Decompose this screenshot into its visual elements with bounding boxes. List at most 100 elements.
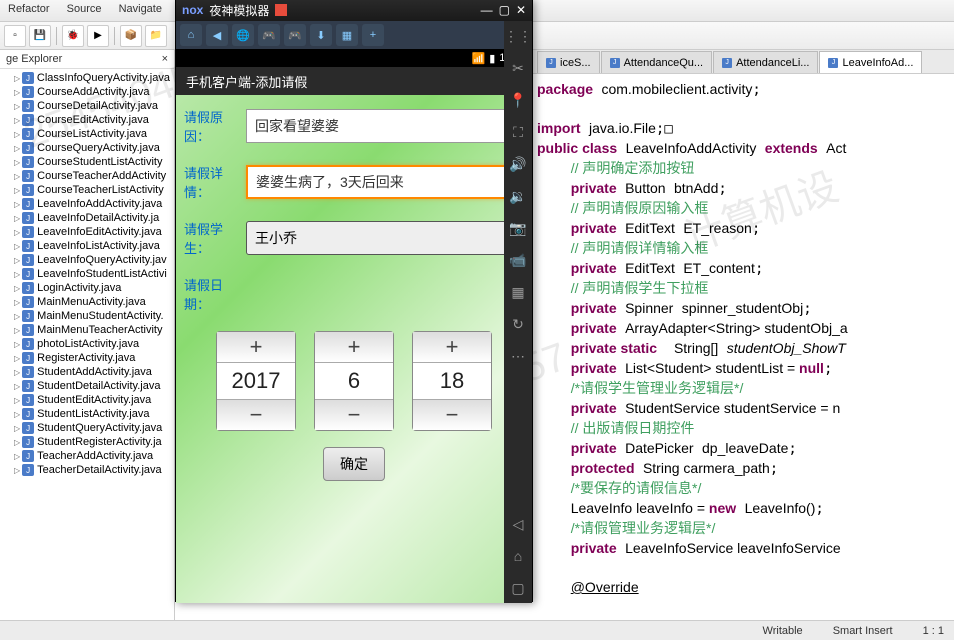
file-LeaveInfoQueryActivity.jav[interactable]: ▷JLeaveInfoQueryActivity.jav: [0, 253, 174, 267]
status-insert: Smart Insert: [833, 625, 893, 637]
side-home-icon[interactable]: ⌂: [509, 547, 527, 565]
day-up[interactable]: +: [413, 332, 491, 362]
side-volup-icon[interactable]: 🔊: [509, 155, 527, 173]
file-StudentDetailActivity.java[interactable]: ▷JStudentDetailActivity.java: [0, 379, 174, 393]
emu-home-icon[interactable]: ⌂: [180, 24, 202, 46]
tb-folder[interactable]: 📁: [145, 25, 167, 47]
file-CourseListActivity.java[interactable]: ▷JCourseListActivity.java: [0, 127, 174, 141]
menu-navigate[interactable]: Navigate: [119, 3, 162, 15]
close-icon[interactable]: ✕: [516, 3, 526, 17]
file-TeacherAddActivity.java[interactable]: ▷JTeacherAddActivity.java: [0, 449, 174, 463]
file-LeaveInfoDetailActivity.ja[interactable]: ▷JLeaveInfoDetailActivity.ja: [0, 211, 174, 225]
label-detail: 请假详情：: [184, 163, 246, 201]
label-date: 请假日期：: [184, 275, 246, 313]
emu-globe-icon[interactable]: 🌐: [232, 24, 254, 46]
file-MainMenuTeacherActivity[interactable]: ▷JMainMenuTeacherActivity: [0, 323, 174, 337]
tb-new[interactable]: ▫: [4, 25, 26, 47]
input-detail[interactable]: [246, 165, 524, 199]
month-up[interactable]: +: [315, 332, 393, 362]
emu-back-icon[interactable]: ◀: [206, 24, 228, 46]
file-StudentAddActivity.java[interactable]: ▷JStudentAddActivity.java: [0, 365, 174, 379]
file-StudentListActivity.java[interactable]: ▷JStudentListActivity.java: [0, 407, 174, 421]
wifi-icon: 📶: [472, 52, 486, 65]
explorer-close-icon[interactable]: ×: [162, 53, 168, 65]
file-CourseQueryActivity.java[interactable]: ▷JCourseQueryActivity.java: [0, 141, 174, 155]
file-CourseStudentListActivity[interactable]: ▷JCourseStudentListActivity: [0, 155, 174, 169]
side-drag-icon[interactable]: ⋮⋮: [509, 27, 527, 45]
file-MainMenuStudentActivity.[interactable]: ▷JMainMenuStudentActivity.: [0, 309, 174, 323]
file-RegisterActivity.java[interactable]: ▷JRegisterActivity.java: [0, 351, 174, 365]
confirm-button[interactable]: 确定: [323, 447, 385, 481]
side-video-icon[interactable]: 📹: [509, 251, 527, 269]
day-down[interactable]: −: [413, 400, 491, 430]
emu-down-icon[interactable]: ⬇: [310, 24, 332, 46]
status-writable: Writable: [763, 625, 803, 637]
label-student: 请假学生：: [184, 219, 246, 257]
side-rotate-icon[interactable]: ↻: [509, 315, 527, 333]
tb-run[interactable]: ▶: [87, 25, 109, 47]
side-multi-icon[interactable]: ▦: [509, 283, 527, 301]
file-StudentQueryActivity.java[interactable]: ▷JStudentQueryActivity.java: [0, 421, 174, 435]
max-icon[interactable]: ▢: [499, 3, 510, 17]
android-status-bar: 📶 ▮ 11:40: [176, 49, 532, 67]
file-CourseAddActivity.java[interactable]: ▷JCourseAddActivity.java: [0, 85, 174, 99]
leave-form: 请假原因： 请假详情： 请假学生： 王小乔▾ 请假日期： + 2017 − + …: [176, 95, 532, 603]
file-ClassInfoQueryActivity.java[interactable]: ▷JClassInfoQueryActivity.java: [0, 71, 174, 85]
android-emulator: nox 夜神模拟器 — ▢ ✕ ⌂ ◀ 🌐 🎮 🎮 ⬇ ▦ + 📶 ▮ 11:4…: [175, 0, 533, 602]
side-back-icon[interactable]: ◁: [509, 515, 527, 533]
explorer-title: ge Explorer: [6, 53, 62, 65]
tab-0[interactable]: JiceS...: [537, 51, 600, 73]
emu-app-icon[interactable]: ▦: [336, 24, 358, 46]
side-fullscreen-icon[interactable]: ⛶: [509, 123, 527, 141]
select-student[interactable]: 王小乔▾: [246, 221, 524, 255]
file-tree[interactable]: ▷JClassInfoQueryActivity.java▷JCourseAdd…: [0, 69, 174, 609]
emu-game-icon[interactable]: 🎮: [258, 24, 280, 46]
file-CourseTeacherListActivity[interactable]: ▷JCourseTeacherListActivity: [0, 183, 174, 197]
tb-pkg[interactable]: 📦: [120, 25, 142, 47]
year-up[interactable]: +: [217, 332, 295, 362]
input-reason[interactable]: [246, 109, 524, 143]
file-CourseTeacherAddActivity[interactable]: ▷JCourseTeacherAddActivity: [0, 169, 174, 183]
side-location-icon[interactable]: 📍: [509, 91, 527, 109]
file-StudentEditActivity.java[interactable]: ▷JStudentEditActivity.java: [0, 393, 174, 407]
file-MainMenuActivity.java[interactable]: ▷JMainMenuActivity.java: [0, 295, 174, 309]
tab-1[interactable]: JAttendanceQu...: [601, 51, 713, 73]
file-CourseEditActivity.java[interactable]: ▷JCourseEditActivity.java: [0, 113, 174, 127]
tb-debug[interactable]: 🐞: [62, 25, 84, 47]
tb-save[interactable]: 💾: [29, 25, 51, 47]
file-LeaveInfoEditActivity.java[interactable]: ▷JLeaveInfoEditActivity.java: [0, 225, 174, 239]
file-LeaveInfoAddActivity.java[interactable]: ▷JLeaveInfoAddActivity.java: [0, 197, 174, 211]
min-icon[interactable]: —: [481, 3, 493, 17]
tab-2[interactable]: JAttendanceLi...: [713, 51, 818, 73]
status-bar: Writable Smart Insert 1 : 1: [0, 620, 954, 640]
file-CourseDetailActivity.java[interactable]: ▷JCourseDetailActivity.java: [0, 99, 174, 113]
side-screenshot-icon[interactable]: 📷: [509, 219, 527, 237]
file-LoginActivity.java[interactable]: ▷JLoginActivity.java: [0, 281, 174, 295]
label-reason: 请假原因：: [184, 107, 246, 145]
emu-add-icon[interactable]: +: [362, 24, 384, 46]
menu-refactor[interactable]: Refactor: [8, 3, 50, 15]
side-recent-icon[interactable]: ▢: [509, 579, 527, 597]
month-value: 6: [315, 362, 393, 400]
file-LeaveInfoStudentListActivi[interactable]: ▷JLeaveInfoStudentListActivi: [0, 267, 174, 281]
app-title: 手机客户端-添加请假: [176, 67, 532, 95]
emulator-sidebar: ⋮⋮ ✂ 📍 ⛶ 🔊 🔉 📷 📹 ▦ ↻ ⋯ ◁ ⌂ ▢: [504, 21, 532, 603]
date-picker[interactable]: + 2017 − + 6 − + 18 −: [184, 331, 524, 431]
file-photoListActivity.java[interactable]: ▷JphotoListActivity.java: [0, 337, 174, 351]
file-TeacherDetailActivity.java[interactable]: ▷JTeacherDetailActivity.java: [0, 463, 174, 477]
file-LeaveInfoListActivity.java[interactable]: ▷JLeaveInfoListActivity.java: [0, 239, 174, 253]
menu-source[interactable]: Source: [67, 3, 102, 15]
emulator-title: 夜神模拟器: [209, 2, 269, 19]
side-cut-icon[interactable]: ✂: [509, 59, 527, 77]
code-editor[interactable]: package com.mobileclient.activity; impor…: [533, 74, 954, 620]
emu-launcher-tabs: ⌂ ◀ 🌐 🎮 🎮 ⬇ ▦ +: [176, 21, 532, 49]
file-StudentRegisterActivity.ja[interactable]: ▷JStudentRegisterActivity.ja: [0, 435, 174, 449]
emu-gamepad-icon[interactable]: 🎮: [284, 24, 306, 46]
side-more-icon[interactable]: ⋯: [509, 347, 527, 365]
side-voldown-icon[interactable]: 🔉: [509, 187, 527, 205]
record-icon: [275, 4, 287, 16]
tab-3[interactable]: JLeaveInfoAd...: [819, 51, 922, 73]
year-down[interactable]: −: [217, 400, 295, 430]
month-down[interactable]: −: [315, 400, 393, 430]
status-pos: 1 : 1: [923, 625, 944, 637]
